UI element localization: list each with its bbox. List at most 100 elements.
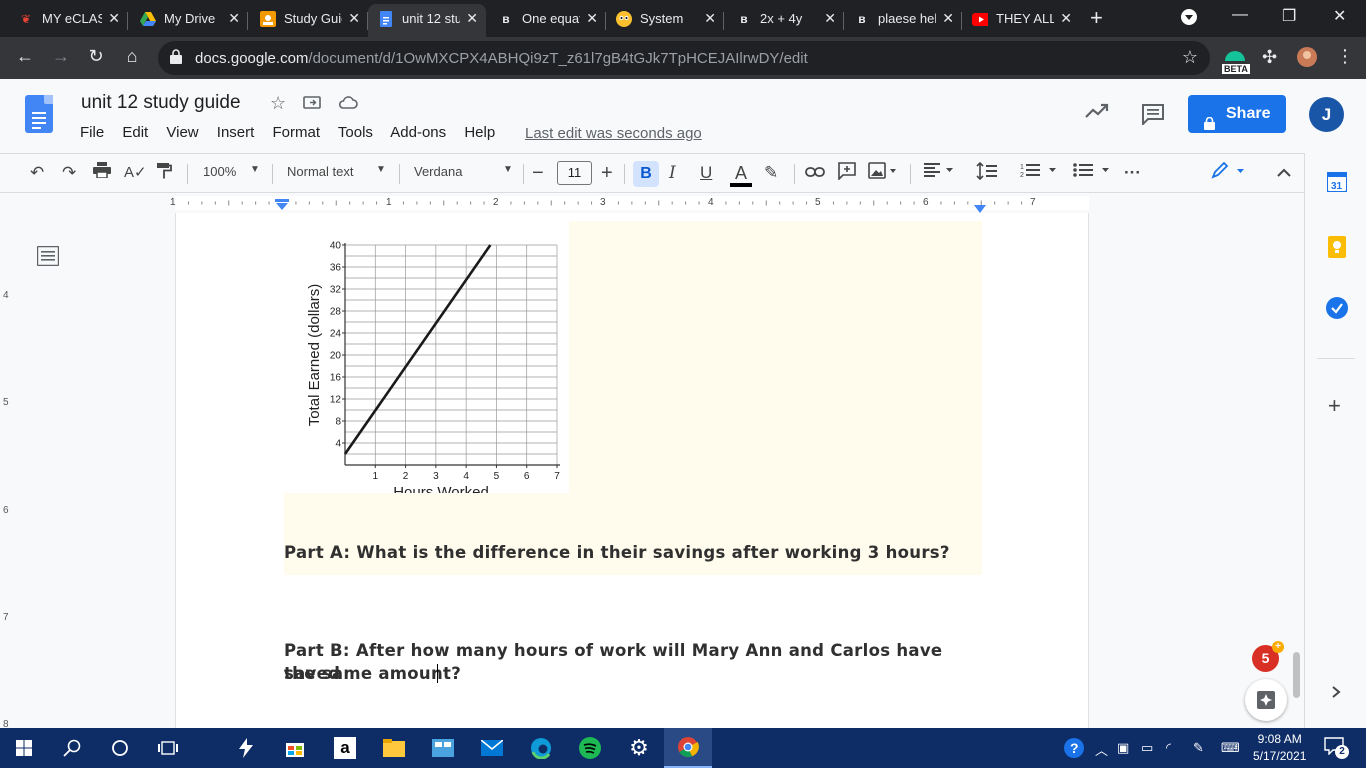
show-hidden-icons-chevron-icon[interactable]: ︿ [1095, 740, 1108, 759]
spotify-icon[interactable] [566, 728, 614, 768]
menu-help[interactable]: Help [464, 124, 495, 141]
font-select[interactable]: Verdana ▼ [414, 164, 514, 179]
close-tab-icon[interactable]: ✕ [466, 4, 478, 33]
restore-icon[interactable]: ❐ [1282, 6, 1296, 26]
amazon-icon[interactable]: a [321, 728, 369, 768]
profile-avatar[interactable] [1297, 47, 1317, 72]
windows-start-icon[interactable] [0, 728, 48, 768]
line-spacing-icon[interactable] [976, 161, 998, 184]
account-avatar[interactable]: J [1309, 97, 1344, 132]
keyboard-icon[interactable]: ⌨ [1221, 740, 1240, 756]
tab-study-guide[interactable]: Study Guide ✕ [250, 4, 368, 37]
zoom-select[interactable]: 100% ▼ [203, 164, 261, 179]
tab-2x-4y[interactable]: в 2x + 4y ✕ [726, 4, 844, 37]
part-a-question[interactable]: Part A: What is the difference in their … [284, 541, 984, 564]
vertical-scrollbar-thumb[interactable] [1293, 652, 1300, 698]
chrome-menu-icon[interactable]: ⋮ [1336, 46, 1354, 67]
network-drive-icon[interactable]: ▣ [1117, 740, 1129, 756]
forward-arrow-icon[interactable]: → [49, 46, 73, 67]
document-page[interactable]: 4 8 12 16 20 24 28 32 36 40 1 2 3 4 5 6 7 Hours Worked Tot… [175, 213, 1089, 728]
close-tab-icon[interactable]: ✕ [824, 4, 836, 33]
spellcheck-icon[interactable]: A✓ [124, 162, 147, 184]
insert-image-icon[interactable] [868, 162, 898, 184]
tab-myeclass[interactable]: ❦ MY eCLASS ✕ [8, 4, 128, 37]
tab-search-icon[interactable] [1180, 8, 1198, 31]
calendar-icon[interactable]: 31 [1326, 171, 1348, 197]
show-side-panel-chevron-icon[interactable] [1331, 685, 1341, 704]
share-button[interactable]: Share [1188, 95, 1286, 133]
close-tab-icon[interactable]: ✕ [1060, 4, 1072, 33]
part-b-question-line2[interactable]: the same amount? [284, 662, 984, 685]
print-icon[interactable] [93, 162, 111, 184]
comment-history-icon[interactable] [1141, 103, 1165, 130]
close-window-icon[interactable]: ✕ [1333, 6, 1346, 26]
extensions-puzzle-icon[interactable]: ✣ [1262, 47, 1277, 68]
tab-unit-12-study-guide[interactable]: unit 12 study guide ✕ [368, 4, 486, 37]
horizontal-ruler[interactable]: 1 1 2 3 4 5 6 7 [0, 193, 1304, 213]
add-comment-icon[interactable] [838, 162, 856, 184]
power-automate-icon[interactable] [222, 728, 270, 768]
cortana-icon[interactable] [96, 728, 144, 768]
grammarly-beta-icon[interactable]: BETA [1222, 47, 1250, 74]
bold-button[interactable]: B [633, 161, 659, 187]
tab-system[interactable]: System ✕ [606, 4, 724, 37]
explore-button[interactable] [1245, 679, 1287, 721]
chrome-taskbar-icon[interactable] [664, 728, 712, 768]
menu-addons[interactable]: Add-ons [390, 124, 446, 141]
editing-mode-pencil-icon[interactable] [1210, 161, 1250, 184]
menu-format[interactable]: Format [272, 124, 320, 141]
increase-font-size-icon[interactable]: + [601, 162, 613, 184]
align-left-icon[interactable] [923, 162, 955, 184]
numbered-list-icon[interactable]: 12 [1020, 162, 1062, 184]
file-explorer-icon[interactable] [370, 728, 418, 768]
star-icon[interactable]: ☆ [270, 93, 286, 113]
bulleted-list-icon[interactable] [1073, 162, 1115, 184]
close-tab-icon[interactable]: ✕ [586, 4, 598, 33]
collapse-chevron-up-icon[interactable] [1276, 162, 1292, 184]
italic-icon[interactable]: I [669, 162, 676, 184]
menu-tools[interactable]: Tools [338, 124, 373, 141]
vertical-ruler[interactable]: 4 5 6 7 8 [0, 213, 16, 728]
reload-icon[interactable]: ↻ [84, 46, 108, 67]
control-panel-icon[interactable] [419, 728, 467, 768]
action-center-icon[interactable]: 2 [1324, 737, 1349, 760]
paragraph-style-select[interactable]: Normal text ▼ [287, 164, 387, 179]
tasks-icon[interactable] [1326, 297, 1348, 324]
paint-format-icon[interactable] [156, 162, 172, 184]
bookmark-star-icon[interactable]: ☆ [1182, 47, 1198, 68]
search-icon[interactable] [48, 728, 96, 768]
new-tab-plus-icon[interactable]: + [1090, 7, 1103, 29]
settings-gear-icon[interactable]: ⚙ [615, 728, 663, 768]
document-outline-icon[interactable] [36, 245, 60, 271]
last-edit-link[interactable]: Last edit was seconds ago [525, 125, 702, 142]
address-bar[interactable]: docs.google.com/document/d/1OwMXCPX4ABHQ… [158, 41, 1210, 75]
add-addon-plus-icon[interactable]: + [1328, 393, 1341, 419]
edge-icon[interactable] [517, 728, 565, 768]
activity-trend-icon[interactable] [1085, 103, 1109, 124]
help-icon[interactable]: ? [1063, 737, 1085, 762]
close-tab-icon[interactable]: ✕ [228, 4, 240, 33]
close-tab-icon[interactable]: ✕ [704, 4, 716, 33]
insert-link-icon[interactable] [805, 162, 825, 184]
home-icon[interactable]: ⌂ [120, 46, 144, 67]
tab-plaese-help[interactable]: в plaese help ✕ [844, 4, 962, 37]
pen-icon[interactable]: ✎ [1193, 740, 1204, 756]
grammarly-notification-badge[interactable]: 5 + [1252, 641, 1284, 672]
font-size-input[interactable]: 11 [557, 161, 592, 185]
underline-icon[interactable]: U [700, 162, 712, 184]
close-tab-icon[interactable]: ✕ [348, 4, 360, 33]
more-options-icon[interactable]: ··· [1124, 162, 1141, 184]
highlight-color-icon[interactable]: ✎ [764, 162, 778, 184]
undo-icon[interactable]: ↶ [30, 162, 44, 184]
tab-my-drive[interactable]: My Drive ✕ [130, 4, 248, 37]
back-arrow-icon[interactable]: ← [13, 46, 37, 67]
mail-icon[interactable] [468, 728, 516, 768]
menu-insert[interactable]: Insert [217, 124, 255, 141]
text-color-icon[interactable]: A [730, 162, 752, 187]
menu-edit[interactable]: Edit [122, 124, 148, 141]
docs-home-logo[interactable] [25, 95, 53, 133]
tab-they-all[interactable]: THEY ALL ✕ [962, 4, 1080, 37]
microsoft-store-icon[interactable] [271, 728, 319, 768]
wifi-icon[interactable]: ◜ [1166, 740, 1171, 756]
tab-one-equation[interactable]: в One equation ✕ [488, 4, 606, 37]
